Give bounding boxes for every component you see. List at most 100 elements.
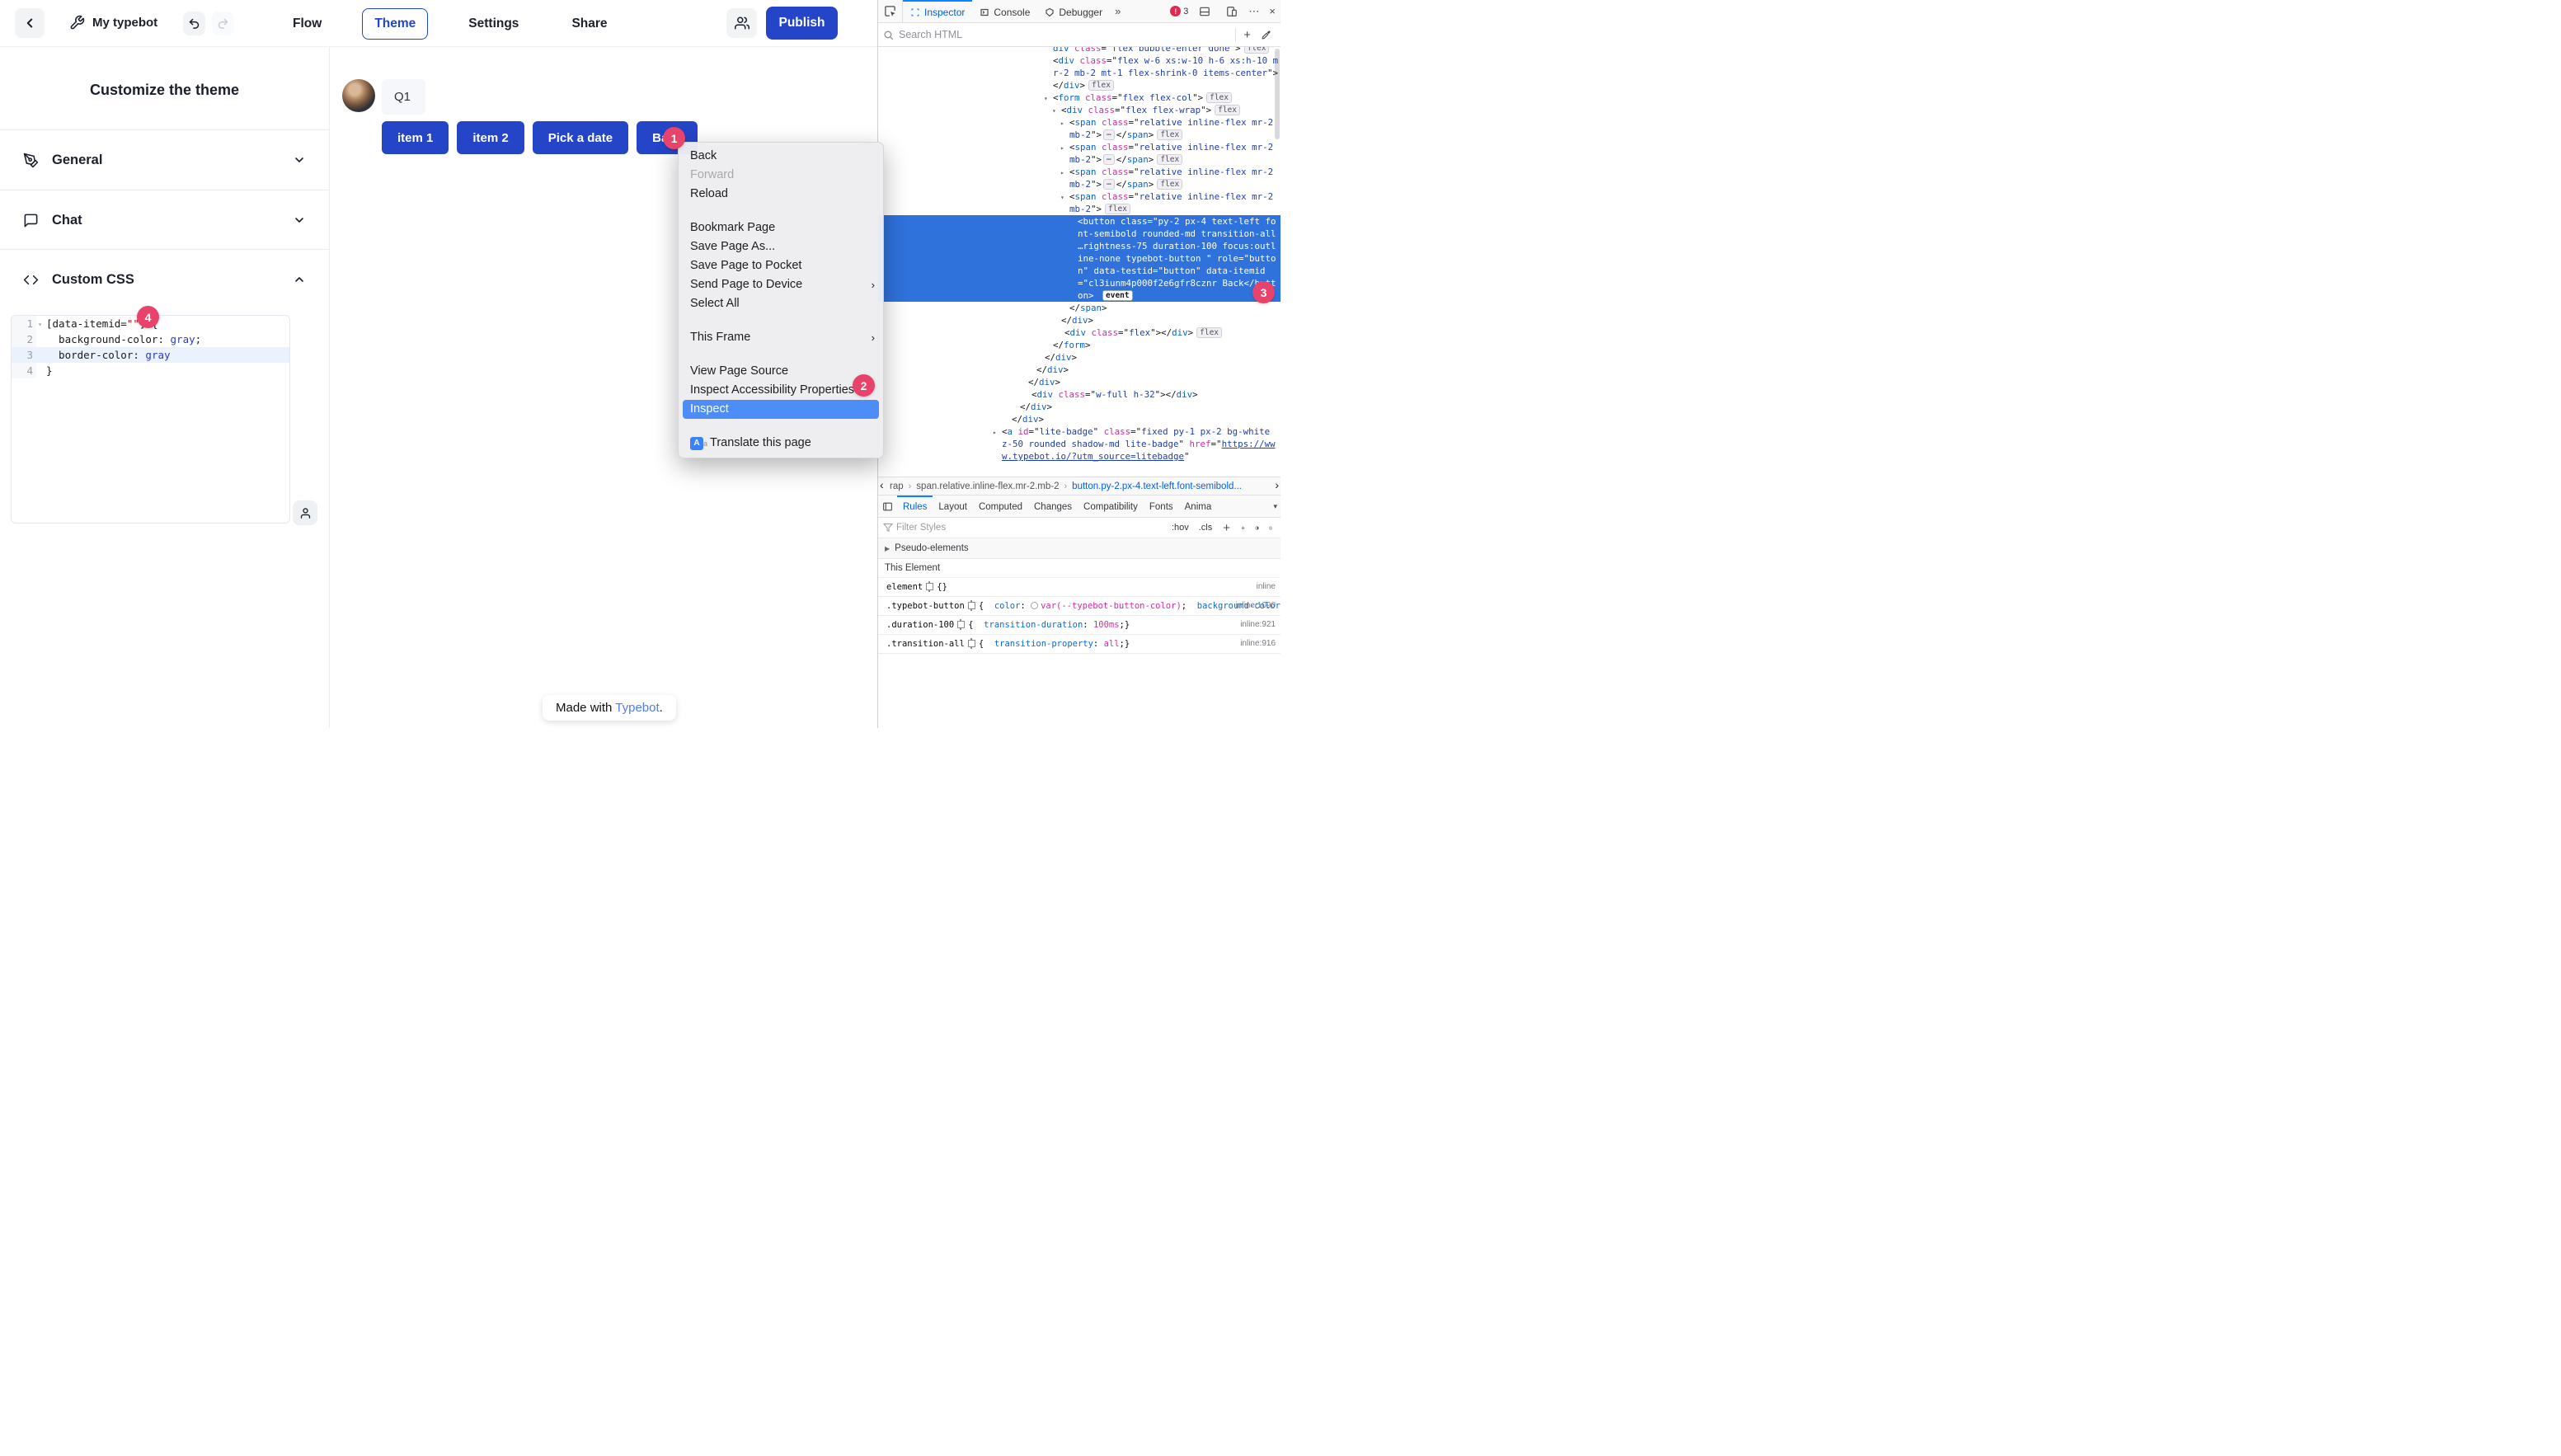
- chat-button-pick-a-date[interactable]: Pick a date: [533, 121, 628, 154]
- rule-source-link[interactable]: inline: [1257, 581, 1276, 593]
- flex-badge[interactable]: flex: [1206, 92, 1232, 103]
- responsive-mode-button[interactable]: [1220, 6, 1243, 17]
- split-console-button[interactable]: [1193, 6, 1216, 17]
- devtools-close-button[interactable]: ×: [1264, 5, 1280, 17]
- tab-theme[interactable]: Theme: [362, 8, 428, 40]
- made-with-badge[interactable]: Made with Typebot.: [543, 695, 676, 721]
- tab-settings[interactable]: Settings: [456, 8, 531, 40]
- menu-item-bookmark-page[interactable]: Bookmark Page: [679, 218, 883, 237]
- pseudo-elements-header[interactable]: ▶ Pseudo-elements: [878, 538, 1280, 559]
- sidebar-toggle-button[interactable]: [878, 496, 897, 517]
- rules-tab-compatibility[interactable]: Compatibility: [1078, 496, 1144, 517]
- css-rule[interactable]: inline:916.transition-all{ transition-pr…: [878, 635, 1280, 654]
- flex-badge[interactable]: flex: [1157, 154, 1182, 165]
- rules-tab-layout[interactable]: Layout: [933, 496, 973, 517]
- add-rule-button[interactable]: +: [1219, 521, 1234, 535]
- highlight-selector-icon[interactable]: [968, 602, 975, 609]
- breadcrumb-item[interactable]: span.relative.inline-flex.mr-2.mb-2: [916, 481, 1059, 491]
- color-swatch[interactable]: [1031, 602, 1038, 609]
- tree-node[interactable]: </div>: [878, 314, 1280, 326]
- flex-badge[interactable]: flex: [1157, 129, 1182, 140]
- tree-node[interactable]: </div>: [878, 413, 1280, 425]
- tree-node-selected[interactable]: <button class="py-2 px-4 text-left font-…: [878, 215, 1280, 302]
- devtools-tab-debugger[interactable]: Debugger: [1037, 0, 1110, 22]
- rules-tab-anima[interactable]: Anima: [1179, 496, 1218, 517]
- breadcrumb-scroll-left[interactable]: ‹: [880, 478, 884, 491]
- eyedropper-icon[interactable]: [1261, 30, 1271, 40]
- breadcrumb-item[interactable]: button.py-2.px-4.text-left.font-semibold…: [1072, 481, 1242, 491]
- chat-button-item-2[interactable]: item 2: [457, 121, 524, 154]
- print-styles-icon[interactable]: [1266, 523, 1276, 533]
- rule-source-link[interactable]: inline:1090: [1236, 600, 1276, 612]
- menu-item-back[interactable]: Back: [679, 147, 883, 166]
- class-panel-button[interactable]: .cls: [1196, 523, 1216, 533]
- tabs-dropdown-caret[interactable]: ▾: [1270, 496, 1280, 517]
- menu-item-send-page-to-device[interactable]: Send Page to Device›: [679, 275, 883, 294]
- breadcrumb-item[interactable]: rap: [890, 481, 904, 491]
- error-count-button[interactable]: ! 3: [1165, 6, 1193, 16]
- tree-node[interactable]: ▸<span class="relative inline-flex mr-2 …: [878, 166, 1280, 190]
- tree-node[interactable]: </form>: [878, 339, 1280, 351]
- css-rule[interactable]: inlineelement{}: [878, 578, 1280, 597]
- tab-flow[interactable]: Flow: [280, 8, 334, 40]
- editor-line[interactable]: 2 background-color: gray;: [12, 331, 289, 347]
- tree-node[interactable]: ▾<div class="flex flex-wrap">flex: [878, 104, 1280, 116]
- devtools-menu-button[interactable]: ⋯: [1243, 5, 1264, 18]
- tree-node[interactable]: ▸<a id="lite-badge" class="fixed py-1 px…: [878, 425, 1280, 463]
- tree-node[interactable]: ▸<span class="relative inline-flex mr-2 …: [878, 141, 1280, 166]
- highlight-selector-icon[interactable]: [926, 583, 933, 590]
- flex-badge[interactable]: flex: [1215, 105, 1240, 115]
- hover-pseudo-button[interactable]: :hov: [1168, 523, 1192, 533]
- menu-item-reload[interactable]: Reload: [679, 185, 883, 204]
- tree-node[interactable]: div class="flex bubble-enter done">flex: [878, 47, 1280, 54]
- sidebar-section-general[interactable]: General: [0, 129, 329, 190]
- flex-badge[interactable]: flex: [1105, 204, 1130, 214]
- expander-icon[interactable]: ▸: [1060, 142, 1064, 154]
- tree-node[interactable]: ▾<form class="flex flex-col">flex: [878, 92, 1280, 104]
- tree-node[interactable]: ▸<span class="relative inline-flex mr-2 …: [878, 116, 1280, 141]
- expander-icon[interactable]: ▸: [1060, 117, 1064, 129]
- search-html-input[interactable]: [899, 29, 1230, 40]
- publish-button[interactable]: Publish: [766, 7, 838, 40]
- flex-badge[interactable]: flex: [1196, 327, 1222, 338]
- menu-item-select-all[interactable]: Select All: [679, 294, 883, 313]
- collaborators-button[interactable]: [726, 8, 757, 38]
- devtools-tab-console[interactable]: Console: [972, 0, 1037, 22]
- sidebar-section-custom-css[interactable]: Custom CSS: [0, 249, 329, 309]
- typebot-title[interactable]: My typebot: [92, 16, 157, 30]
- tree-node[interactable]: </div>: [878, 364, 1280, 376]
- expander-icon[interactable]: ▸: [1060, 167, 1064, 179]
- contrast-icon[interactable]: [1252, 523, 1262, 533]
- tree-node[interactable]: <div class="flex"></div>flex: [878, 326, 1280, 339]
- devtools-tab-inspector[interactable]: Inspector: [903, 0, 972, 22]
- rule-source-link[interactable]: inline:921: [1240, 619, 1276, 631]
- back-button[interactable]: [15, 8, 45, 38]
- flex-badge[interactable]: flex: [1157, 179, 1182, 190]
- breadcrumb-scroll-right[interactable]: ›: [1275, 478, 1279, 491]
- menu-item-translate-this-page[interactable]: ATranslate this page: [679, 434, 883, 453]
- tree-node[interactable]: <div class="flex w-6 xs:w-10 h-6 xs:h-10…: [878, 54, 1280, 92]
- rules-tab-fonts[interactable]: Fonts: [1144, 496, 1179, 517]
- css-rule[interactable]: inline:921.duration-100{ transition-dura…: [878, 616, 1280, 635]
- typebot-link[interactable]: Typebot: [615, 701, 659, 715]
- filter-styles-input[interactable]: [896, 523, 1165, 533]
- rules-tab-computed[interactable]: Computed: [973, 496, 1028, 517]
- expander-icon[interactable]: ▸: [993, 426, 997, 439]
- flex-badge[interactable]: flex: [1244, 47, 1270, 54]
- more-tabs-button[interactable]: »: [1110, 0, 1125, 22]
- menu-item-this-frame[interactable]: This Frame›: [679, 328, 883, 347]
- highlight-selector-icon[interactable]: [957, 621, 965, 628]
- tree-node[interactable]: <div class="w-full h-32"></div>: [878, 388, 1280, 401]
- expander-icon[interactable]: ▾: [1044, 92, 1048, 105]
- expander-icon[interactable]: ▾: [1052, 105, 1056, 117]
- tree-node[interactable]: </div>: [878, 401, 1280, 413]
- redo-button[interactable]: [212, 12, 234, 35]
- custom-css-editor[interactable]: 1▾[data-itemid=""] {2 background-color: …: [11, 315, 290, 524]
- tree-node[interactable]: ▾<span class="relative inline-flex mr-2 …: [878, 190, 1280, 215]
- collapsed-content-pill[interactable]: ⋯: [1103, 179, 1115, 190]
- highlight-selector-icon[interactable]: [968, 640, 975, 647]
- sidebar-section-chat[interactable]: Chat: [0, 190, 329, 250]
- pick-element-button[interactable]: [878, 0, 903, 22]
- editor-line[interactable]: 4}: [12, 363, 289, 378]
- expander-icon[interactable]: ▾: [1060, 191, 1064, 204]
